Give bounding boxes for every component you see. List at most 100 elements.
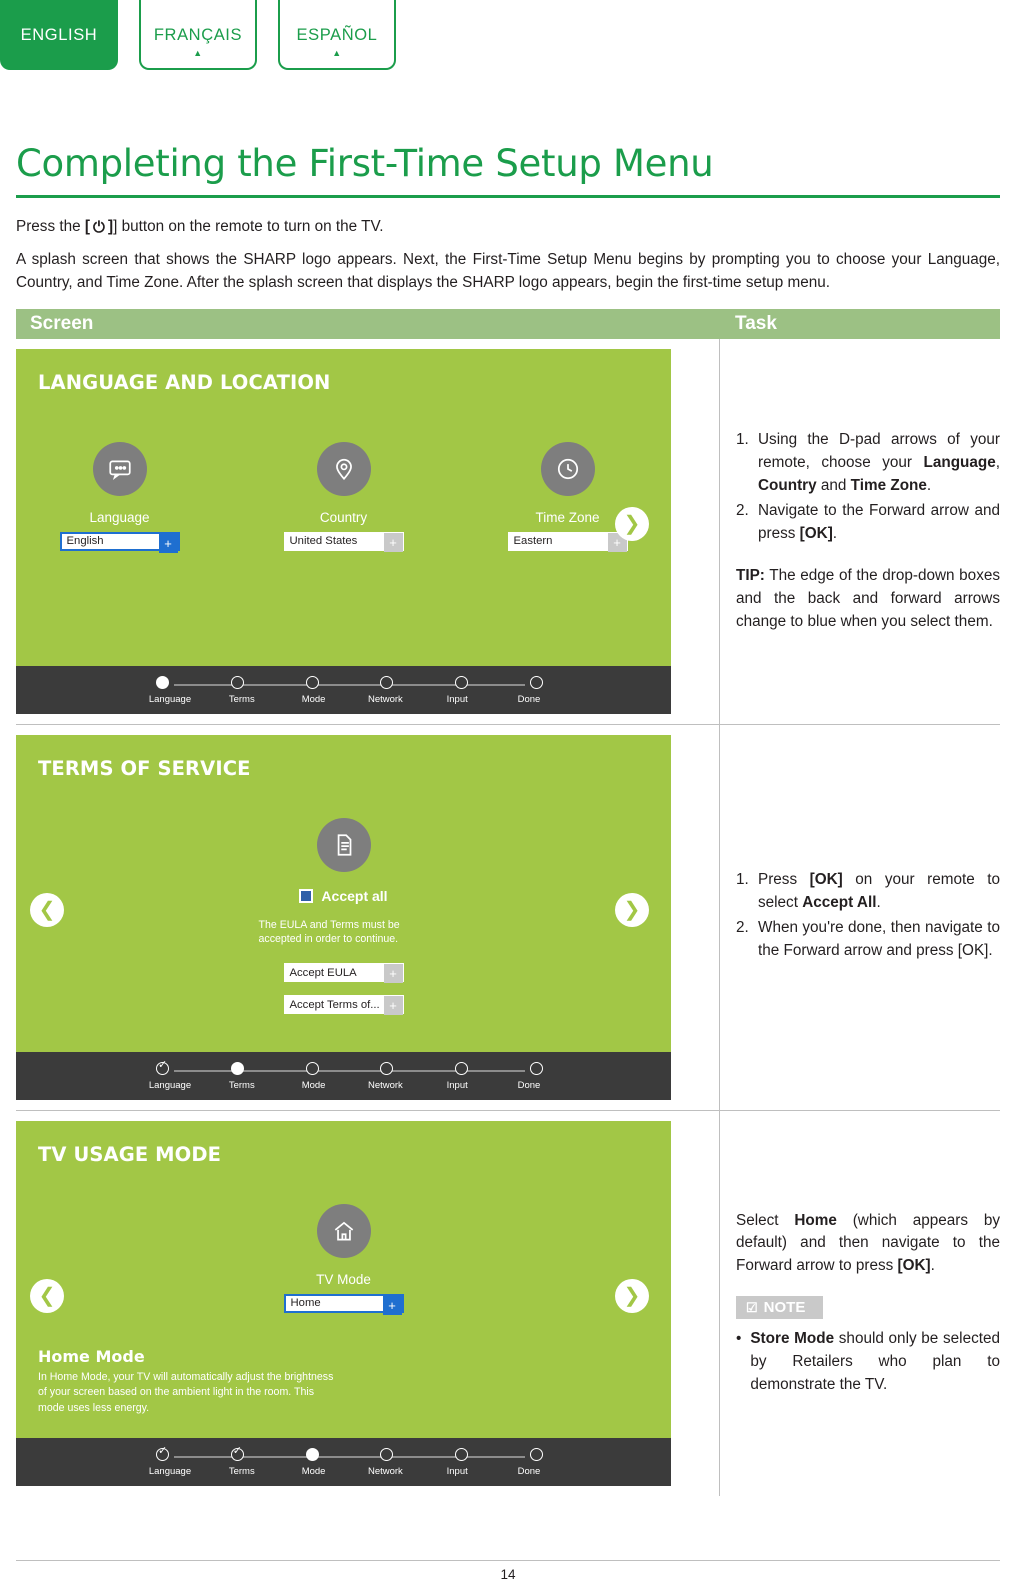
location-pin-icon bbox=[316, 441, 371, 496]
plus-icon[interactable]: + bbox=[383, 996, 403, 1016]
page-number: 14 bbox=[500, 1567, 516, 1582]
forward-arrow-button[interactable]: ❯ bbox=[615, 892, 649, 927]
terms-center-block: Accept all The EULA and Terms must be ac… bbox=[16, 817, 671, 1016]
tv-screen-title: TERMS OF SERVICE bbox=[38, 756, 251, 780]
language-tab-english[interactable]: ENGLISH ▲ bbox=[0, 0, 118, 70]
plus-icon[interactable]: + bbox=[383, 532, 403, 552]
progress-label-network: Network bbox=[367, 1465, 403, 1477]
plus-icon[interactable]: + bbox=[382, 1295, 402, 1315]
country-dropdown[interactable]: United States + bbox=[283, 531, 404, 552]
page-title: Completing the First-Time Setup Menu bbox=[16, 142, 714, 185]
bracket-open: [ bbox=[84, 218, 90, 235]
progress-dot-done bbox=[529, 1061, 543, 1075]
checkbox-icon[interactable] bbox=[299, 888, 314, 903]
note-bullet-text: Store Mode should only be selected by Re… bbox=[750, 1330, 1000, 1394]
progress-dot-language bbox=[156, 675, 169, 689]
language-dropdown[interactable]: English + bbox=[59, 531, 180, 553]
tv-screen-terms-of-service: TERMS OF SERVICE Accept all The EULA and… bbox=[16, 734, 671, 1100]
timezone-dropdown[interactable]: Eastern + bbox=[507, 531, 628, 552]
task-list-1: 1. Using the D-pad arrows of your remote… bbox=[736, 429, 1000, 548]
progress-dot-mode bbox=[305, 1061, 319, 1075]
language-tab-espanol[interactable]: ESPAÑOL ▲ bbox=[278, 0, 396, 70]
chevron-right-icon: ❯ bbox=[623, 512, 641, 535]
document-icon bbox=[316, 817, 371, 872]
progress-dot-terms bbox=[230, 1444, 244, 1461]
progress-label-terms: Terms bbox=[228, 1079, 255, 1091]
progress-label-done: Done bbox=[517, 1465, 541, 1477]
task-number: 2. bbox=[736, 919, 749, 937]
setup-progress-bar: Language Terms Mode Network Input Done bbox=[16, 1051, 671, 1100]
table-row: TV USAGE MODE TV Mode Home + Home Mode I… bbox=[16, 1110, 1000, 1496]
progress-dot-terms bbox=[230, 675, 244, 689]
tv-screen-language-and-location: LANGUAGE AND LOCATION Language English +… bbox=[16, 348, 671, 714]
mode-center-block: TV Mode Home + bbox=[16, 1203, 671, 1315]
home-mode-description: In Home Mode, your TV will automatically… bbox=[38, 1370, 334, 1414]
progress-dot-mode bbox=[305, 675, 319, 689]
screen-cell-language: LANGUAGE AND LOCATION Language English +… bbox=[16, 339, 719, 724]
terms-dropdown-stack: Accept EULA + Accept Terms of... + bbox=[283, 956, 404, 1016]
task-number: 2. bbox=[736, 501, 749, 519]
back-arrow-button[interactable]: ❮ bbox=[30, 1278, 64, 1313]
progress-labels: Language Terms Mode Network Input Done bbox=[144, 694, 555, 705]
tv-screen-title: LANGUAGE AND LOCATION bbox=[38, 370, 331, 394]
forward-arrow-button[interactable]: ❯ bbox=[615, 1278, 649, 1313]
forward-arrow-button[interactable]: ❯ bbox=[615, 506, 649, 541]
task-number: 1. bbox=[736, 871, 749, 889]
accept-all-row[interactable]: Accept all bbox=[299, 887, 388, 904]
intro-pre-text: Press the bbox=[16, 218, 85, 235]
language-tab-francais-label: FRANÇAIS bbox=[153, 26, 243, 44]
tv-screen-title: TV USAGE MODE bbox=[38, 1142, 222, 1166]
accept-eula-value: Accept EULA bbox=[289, 966, 357, 979]
progress-labels: Language Terms Mode Network Input Done bbox=[144, 1080, 555, 1091]
progress-label-terms: Terms bbox=[228, 693, 255, 705]
timezone-dropdown-value: Eastern bbox=[513, 535, 553, 548]
back-arrow-button[interactable]: ❮ bbox=[30, 892, 64, 927]
progress-label-network: Network bbox=[367, 1079, 403, 1091]
language-tab-english-label: ENGLISH bbox=[20, 26, 98, 44]
tv-screen-tv-usage-mode: TV USAGE MODE TV Mode Home + Home Mode I… bbox=[16, 1120, 671, 1486]
option-timezone: Time Zone Eastern + bbox=[507, 441, 628, 552]
setup-progress-bar: Language Terms Mode Network Input Done bbox=[16, 665, 671, 714]
note-badge: ☑ NOTE bbox=[736, 1296, 824, 1320]
home-mode-heading: Home Mode bbox=[38, 1346, 145, 1366]
option-language: Language English + bbox=[59, 441, 180, 553]
progress-dot-done bbox=[529, 675, 543, 689]
tv-mode-value: Home bbox=[290, 1297, 321, 1310]
accept-eula-dropdown[interactable]: Accept EULA + bbox=[283, 963, 404, 984]
plus-icon[interactable]: + bbox=[158, 533, 178, 553]
home-icon bbox=[316, 1203, 371, 1258]
accept-terms-dropdown[interactable]: Accept Terms of... + bbox=[283, 995, 404, 1016]
task-list-2: 1. Press [OK] on your remote to select A… bbox=[736, 869, 1000, 965]
progress-label-done: Done bbox=[517, 1079, 541, 1091]
power-icon: ⏻ bbox=[93, 219, 105, 236]
progress-dot-done bbox=[529, 1447, 543, 1461]
plus-icon[interactable]: + bbox=[383, 964, 403, 984]
accept-all-label: Accept all bbox=[321, 887, 388, 904]
chevron-up-icon: ▲ bbox=[193, 48, 203, 58]
progress-label-input: Input bbox=[446, 1465, 468, 1477]
tip-text: TIP: The edge of the drop-down boxes and… bbox=[736, 566, 1000, 630]
chevron-right-icon: ❯ bbox=[623, 1284, 641, 1307]
language-dropdown-value: English bbox=[66, 535, 104, 548]
progress-label-language: Language bbox=[148, 1079, 192, 1091]
progress-dot-input bbox=[455, 675, 469, 689]
task-text: When you're done, then navigate to the F… bbox=[758, 919, 1000, 960]
chevron-left-icon: ❮ bbox=[38, 1284, 56, 1307]
progress-dot-network bbox=[380, 675, 394, 689]
progress-dot-input bbox=[455, 1061, 469, 1075]
task-cell-tv-usage-mode: Select Home (which appears by default) a… bbox=[719, 1110, 1000, 1496]
progress-label-mode: Mode bbox=[301, 1079, 326, 1091]
progress-label-terms: Terms bbox=[228, 1465, 255, 1477]
accept-terms-value: Accept Terms of... bbox=[289, 998, 380, 1011]
language-tab-bar: ENGLISH ▲ FRANÇAIS ▲ ESPAÑOL ▲ bbox=[0, 0, 1016, 72]
speech-bubble-icon bbox=[92, 441, 147, 496]
tv-mode-dropdown[interactable]: Home + bbox=[283, 1293, 404, 1315]
option-language-label: Language bbox=[89, 509, 150, 525]
bullet-icon: • bbox=[736, 1330, 742, 1348]
language-tab-francais[interactable]: FRANÇAIS ▲ bbox=[139, 0, 257, 70]
screen-cell-tv-usage-mode: TV USAGE MODE TV Mode Home + Home Mode I… bbox=[16, 1111, 719, 1496]
eula-note-text: The EULA and Terms must be accepted in o… bbox=[258, 918, 400, 946]
table-row: LANGUAGE AND LOCATION Language English +… bbox=[16, 338, 1000, 725]
progress-label-language: Language bbox=[148, 1465, 192, 1477]
progress-label-done: Done bbox=[517, 693, 541, 705]
